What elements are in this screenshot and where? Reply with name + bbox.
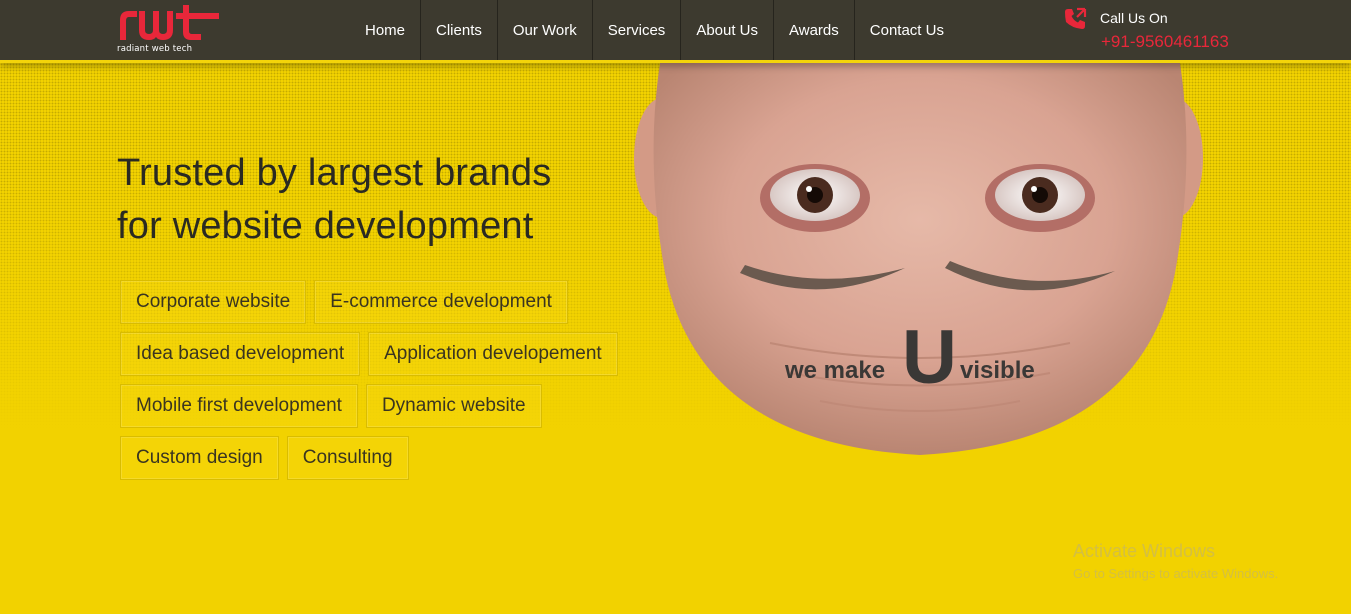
headline-line-2: for website development [117,205,534,247]
watermark-title: Activate Windows [1073,541,1216,561]
tag-idea-based-development[interactable]: Idea based development [120,332,361,376]
upside-down-face-image: we make U visible [634,63,1203,455]
slogan-after: visible [960,357,1035,384]
rwt-logo[interactable]: radiant web tech [117,4,222,56]
nav-awards[interactable]: Awards [774,0,855,60]
tag-dynamic-website[interactable]: Dynamic website [365,384,542,428]
nav-services[interactable]: Services [593,0,682,60]
tag-custom-design[interactable]: Custom design [120,436,279,480]
headline-line-1: Trusted by largest brands [117,152,552,194]
logo-tagline: radiant web tech [117,44,193,54]
tag-row: Idea based development Application devel… [120,332,680,376]
hero-banner: we make U visible Trusted by largest bra… [0,63,1351,614]
tag-row: Mobile first development Dynamic website [120,384,680,428]
tag-corporate-website[interactable]: Corporate website [120,280,307,324]
call-label: Call Us On [1100,10,1168,26]
nav-home[interactable]: Home [350,0,422,60]
nav-contact-us[interactable]: Contact Us [855,0,959,60]
tag-application-development[interactable]: Application developement [368,332,618,376]
hero-headline: Trusted by largest brands for website de… [117,147,637,253]
logo-mark [120,5,219,40]
main-nav: Home Clients Our Work Services About Us … [350,0,959,60]
nav-about-us[interactable]: About Us [681,0,775,60]
nav-clients[interactable]: Clients [421,0,498,60]
tag-ecommerce-development[interactable]: E-commerce development [314,280,568,324]
call-number[interactable]: +91-9560461163 [1101,32,1229,52]
slogan-letter: U [902,315,957,400]
top-navbar: radiant web tech Home Clients Our Work S… [0,0,1351,63]
tag-consulting[interactable]: Consulting [286,436,409,480]
slogan-before: we make [784,357,885,384]
service-tags: Corporate website E-commerce development… [120,280,680,488]
tag-row: Corporate website E-commerce development [120,280,680,324]
tag-mobile-first-development[interactable]: Mobile first development [120,384,358,428]
phone-call-icon [1065,7,1087,29]
tag-row: Custom design Consulting [120,436,680,480]
nav-our-work[interactable]: Our Work [498,0,593,60]
call-us[interactable]: Call Us On +91-9560461163 [1060,4,1260,56]
watermark-subtitle: Go to Settings to activate Windows. [1073,566,1279,581]
windows-activation-watermark: Activate Windows Go to Settings to activ… [1073,541,1278,581]
